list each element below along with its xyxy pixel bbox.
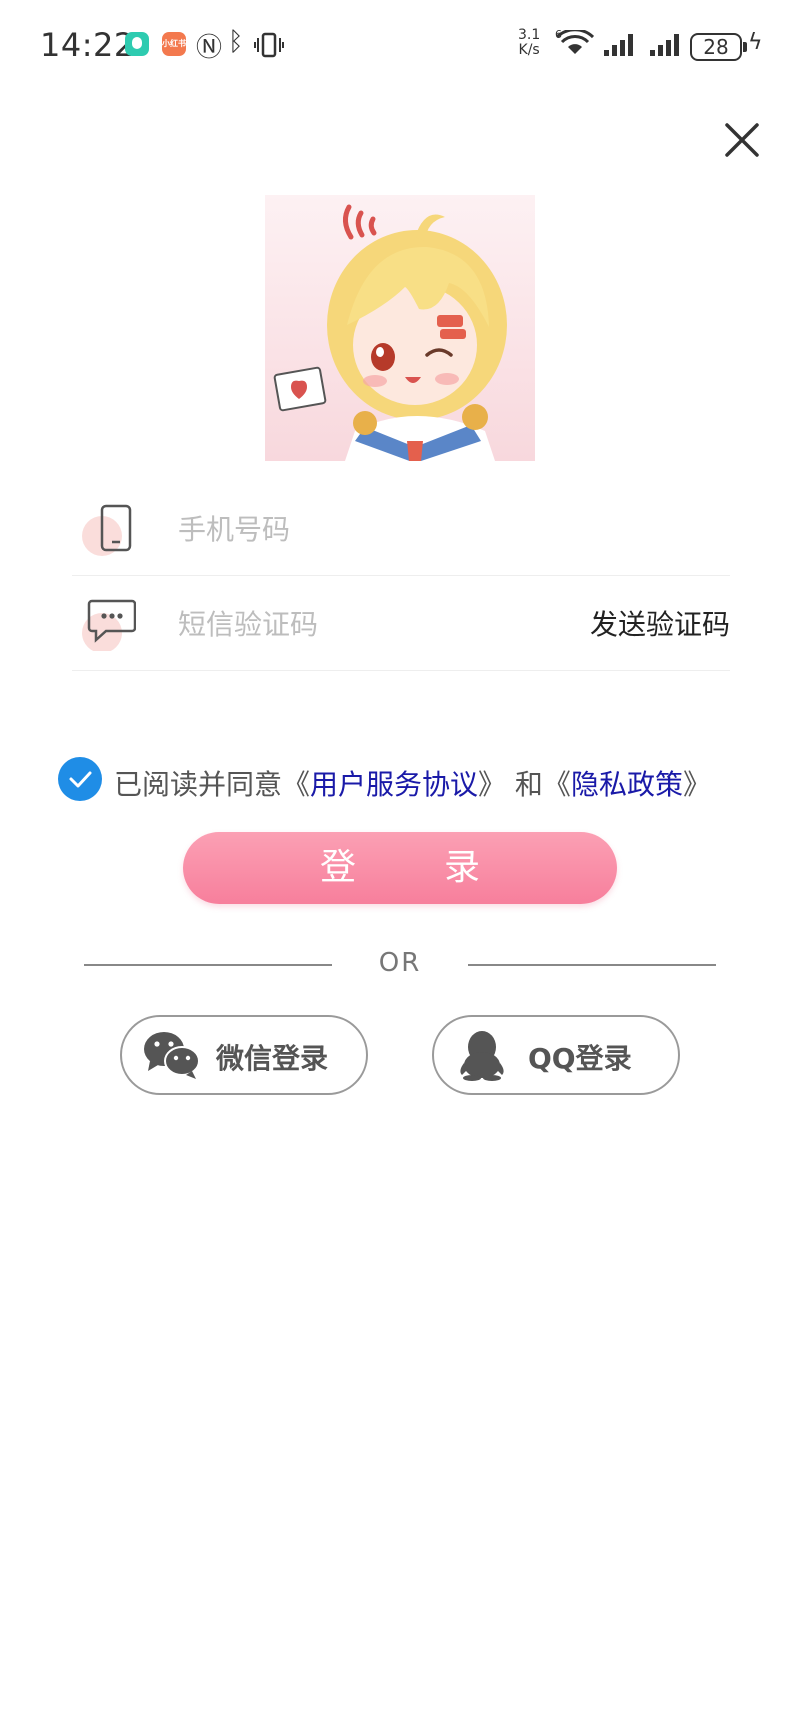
network-speed: 3.1 K/s <box>518 27 541 58</box>
app-notification-icon <box>125 32 149 56</box>
check-icon <box>69 771 92 788</box>
vibrate-icon <box>254 32 284 58</box>
or-divider-text: OR <box>378 948 422 978</box>
sms-code-input[interactable] <box>176 603 560 645</box>
bluetooth-icon: ᛒ <box>228 27 244 57</box>
agreement-checkbox[interactable] <box>58 757 102 801</box>
privacy-link[interactable]: 隐私政策 <box>571 768 683 801</box>
wechat-login-label: 微信登录 <box>216 1042 329 1075</box>
sms-code-row: 发送验证码 <box>72 575 730 671</box>
login-button[interactable]: 登录 <box>183 832 617 904</box>
clock: 14:22 <box>40 26 135 64</box>
battery-indicator: 28 <box>690 33 747 61</box>
phone-input[interactable] <box>176 508 560 550</box>
status-bar: 14:22 小红书 Ⓝ ᛒ 3.1 K/s 6 28 ϟ <box>0 0 800 95</box>
cell-signal-2-icon <box>650 34 679 56</box>
nfc-icon: Ⓝ <box>196 33 223 63</box>
agreement-row: 已阅读并同意《用户服务协议》 和《隐私政策》 <box>58 757 758 801</box>
phone-icon <box>82 504 132 556</box>
qq-login-label: QQ登录 <box>528 1042 632 1075</box>
wechat-icon <box>144 1032 200 1079</box>
close-icon[interactable] <box>722 120 762 160</box>
qq-login-button[interactable]: QQ登录 <box>432 1015 680 1095</box>
send-code-button[interactable]: 发送验证码 <box>590 603 730 643</box>
mascot-illustration <box>265 195 535 461</box>
divider-left <box>84 964 332 966</box>
divider-right <box>468 964 716 966</box>
agreement-text: 已阅读并同意《用户服务协议》 和《隐私政策》 <box>114 768 711 801</box>
message-icon <box>82 599 136 651</box>
terms-link[interactable]: 用户服务协议 <box>310 768 478 801</box>
xiaohongshu-notification-icon: 小红书 <box>162 32 186 56</box>
wifi-6-badge: 6 <box>555 28 562 41</box>
charging-icon: ϟ <box>748 30 763 55</box>
phone-row <box>72 480 730 576</box>
wechat-login-button[interactable]: 微信登录 <box>120 1015 368 1095</box>
qq-icon <box>460 1031 504 1081</box>
cell-signal-1-icon <box>604 34 633 56</box>
